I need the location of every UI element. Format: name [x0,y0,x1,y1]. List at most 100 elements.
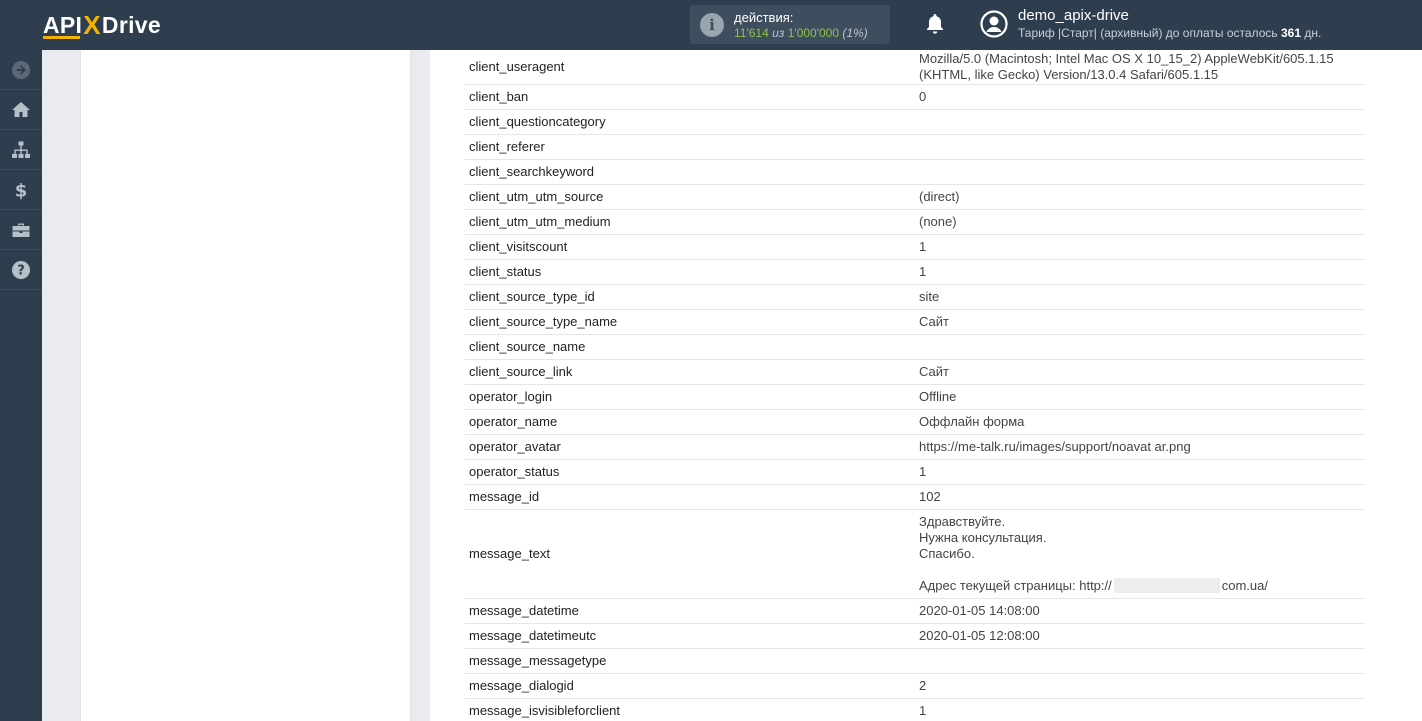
field-key: client_utm_utm_medium [465,209,915,235]
field-key: operator_status [465,459,915,485]
field-value: site [915,284,1365,310]
logo-text-drive: Drive [101,11,161,38]
table-row: client_questioncategory [465,109,1365,135]
field-key: client_questioncategory [465,109,915,135]
field-value [915,109,1365,135]
sidebar-item-home[interactable] [0,90,42,130]
sitemap-icon [12,141,30,158]
tariff-days-suffix: дн. [1304,26,1322,40]
logo-text-api: API [43,11,83,38]
table-row: client_ban 0 [465,84,1365,110]
table-row: client_status 1 [465,259,1365,285]
logo-text-x: X [83,9,101,40]
tariff-days: 361 [1280,26,1301,40]
table-row: operator_avatar https://me-talk.ru/images… [465,434,1365,460]
table-row: operator_login Offline [465,384,1365,410]
field-key: client_source_type_id [465,284,915,310]
table-row: operator_name Оффлайн форма [465,409,1365,435]
field-key: client_source_name [465,334,915,360]
user-avatar-icon[interactable] [980,10,1008,38]
actions-percent: (1%) [842,26,868,40]
actions-of: из [772,26,785,40]
message-line-1: Здравствуйте. [919,513,1006,529]
field-key: client_status [465,259,915,285]
field-value: 1 [915,698,1365,721]
fields-table: client_useragent Mozilla/5.0 (Macintosh;… [465,50,1365,721]
left-panel [80,50,411,721]
field-key: operator_login [465,384,915,410]
table-row: message_dialogid 2 [465,673,1365,699]
sidebar-item-connections[interactable] [0,130,42,170]
field-value: (none) [915,209,1365,235]
field-value: 2020-01-05 12:08:00 [915,623,1365,649]
actions-label: действия: [734,10,794,25]
sidebar-item-services[interactable] [0,210,42,250]
field-value: 2 [915,673,1365,699]
table-row: client_source_link Сайт [465,359,1365,385]
svg-text:$: $ [15,180,28,200]
field-value: 1 [915,259,1365,285]
field-value: (direct) [915,184,1365,210]
sidebar-item-billing[interactable]: $ [0,170,42,210]
field-key: message_id [465,484,915,510]
actions-total: 1'000'000 [787,26,840,40]
message-address-line: Адрес текущей страницы: http:// com.ua/ [919,577,1361,594]
left-sidebar: $ ? [0,50,42,721]
address-prefix: Адрес текущей страницы: http:// [919,577,1112,593]
field-key: client_visitscount [465,234,915,260]
table-row: client_utm_utm_medium (none) [465,209,1365,235]
table-row: client_referer [465,134,1365,160]
field-value: 102 [915,484,1365,510]
field-key: client_searchkeyword [465,159,915,185]
table-row: message_messagetype [465,648,1365,674]
tariff-info: Тариф |Старт| (архивный) до оплаты остал… [1018,26,1321,40]
field-key: message_isvisibleforclient [465,698,915,721]
user-name[interactable]: demo_apix-drive [1018,7,1129,24]
table-row: client_source_type_name Сайт [465,309,1365,335]
field-value: 1 [915,459,1365,485]
field-key: message_datetime [465,598,915,624]
actions-count: 11'614 из 1'000'000 (1%) [734,26,868,40]
field-key: message_datetimeutc [465,623,915,649]
logo-underline [43,36,80,39]
message-line-3: Спасибо. [919,545,975,561]
table-row: message_id 102 [465,484,1365,510]
table-row: message_text Здравствуйте. Нужна консуль… [465,509,1365,599]
sidebar-item-arrow[interactable] [0,50,42,90]
field-value: 1 [915,234,1365,260]
field-value: Сайт [915,359,1365,385]
table-row: client_utm_utm_source (direct) [465,184,1365,210]
sidebar-item-help[interactable]: ? [0,250,42,290]
field-value [915,648,1365,674]
field-value [915,334,1365,360]
field-value: Сайт [915,309,1365,335]
useragent-line-2: (KHTML, like Gecko) Version/13.0.4 Safar… [919,66,1219,82]
field-key: client_ban [465,84,915,110]
arrow-right-circle-icon [12,60,30,79]
field-key: client_source_type_name [465,309,915,335]
table-row: message_datetimeutc 2020-01-05 12:08:00 [465,623,1365,649]
masked-domain [1113,577,1220,593]
field-value: Оффлайн форма [915,409,1365,435]
field-key: message_dialogid [465,673,915,699]
table-row: client_useragent Mozilla/5.0 (Macintosh;… [465,50,1365,85]
field-value: Offline [915,384,1365,410]
actions-counter[interactable]: i действия: 11'614 из 1'000'000 (1%) [690,5,890,44]
tariff-text: Тариф |Старт| (архивный) до оплаты остал… [1018,26,1278,40]
field-value [915,134,1365,160]
field-value [915,159,1365,185]
table-row: operator_status 1 [465,459,1365,485]
field-value: 0 [915,84,1365,110]
field-key: client_useragent [465,50,915,85]
field-value: 2020-01-05 14:08:00 [915,598,1365,624]
dollar-icon: $ [15,180,28,200]
table-row: client_source_name [465,334,1365,360]
bell-icon[interactable] [923,12,947,36]
field-value: Mozilla/5.0 (Macintosh; Intel Mac OS X 1… [915,50,1365,85]
apixdrive-logo[interactable]: API X Drive [43,9,161,40]
field-key: client_source_link [465,359,915,385]
svg-text:?: ? [17,263,25,278]
field-value: Здравствуйте. Нужна консультация. Спасиб… [915,509,1365,599]
field-key: client_utm_utm_source [465,184,915,210]
field-value: https://me-talk.ru/images/support/noavat… [915,434,1365,460]
